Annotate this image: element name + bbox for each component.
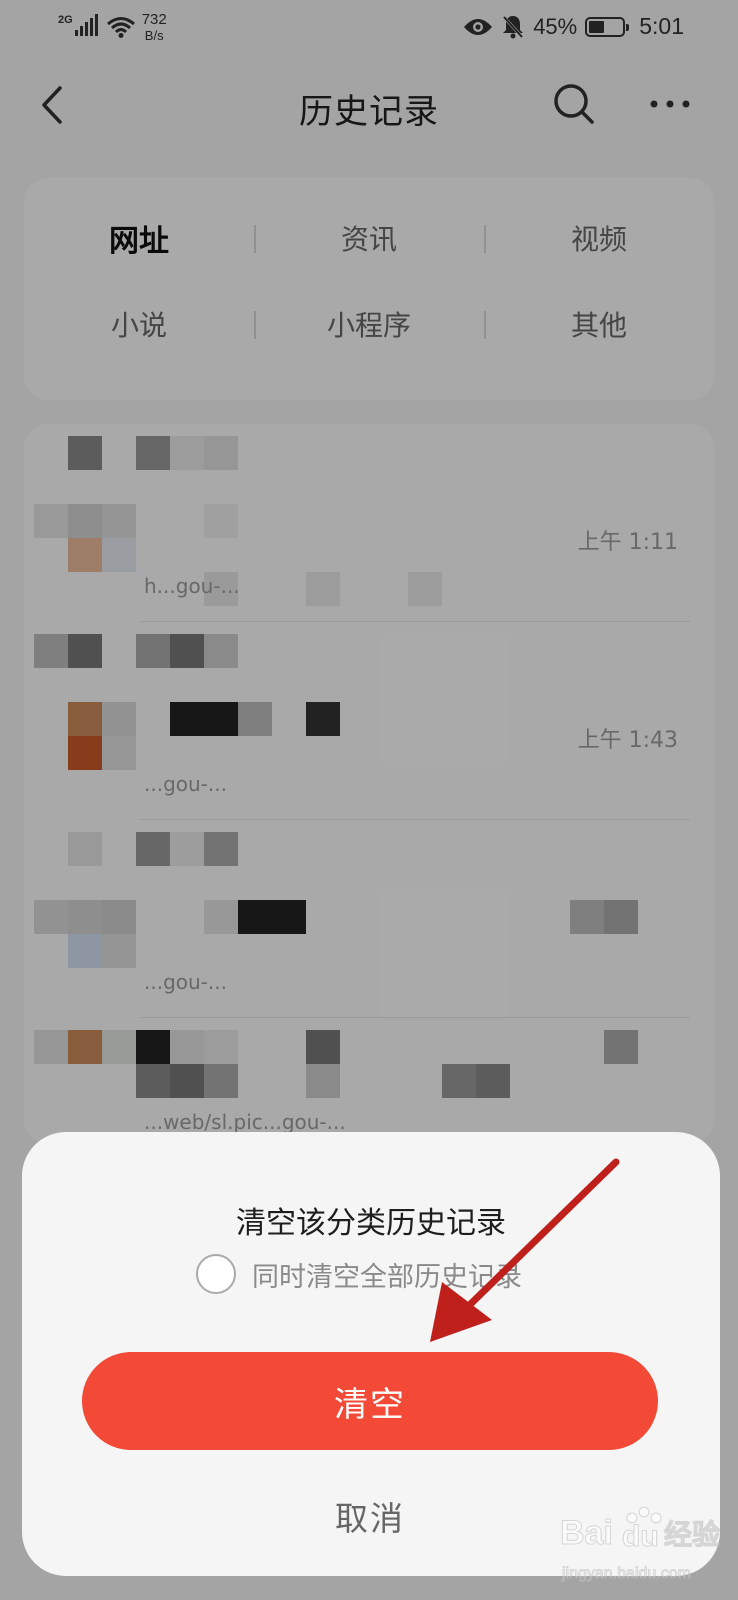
svg-text:jingyan.baidu.com: jingyan.baidu.com: [561, 1565, 691, 1582]
cancel-button[interactable]: 取消: [270, 1488, 470, 1544]
confirm-clear-button[interactable]: 清空: [82, 1352, 658, 1450]
baidu-jingyan-watermark: Bai du 经验 jingyan.baidu.com: [560, 1506, 721, 1583]
annotation-arrow-icon: [430, 1158, 620, 1342]
svg-text:du: du: [622, 1520, 659, 1553]
svg-text:Bai: Bai: [560, 1514, 613, 1552]
svg-text:经验: 经验: [664, 1518, 720, 1551]
radio-circle-icon[interactable]: [196, 1254, 236, 1294]
